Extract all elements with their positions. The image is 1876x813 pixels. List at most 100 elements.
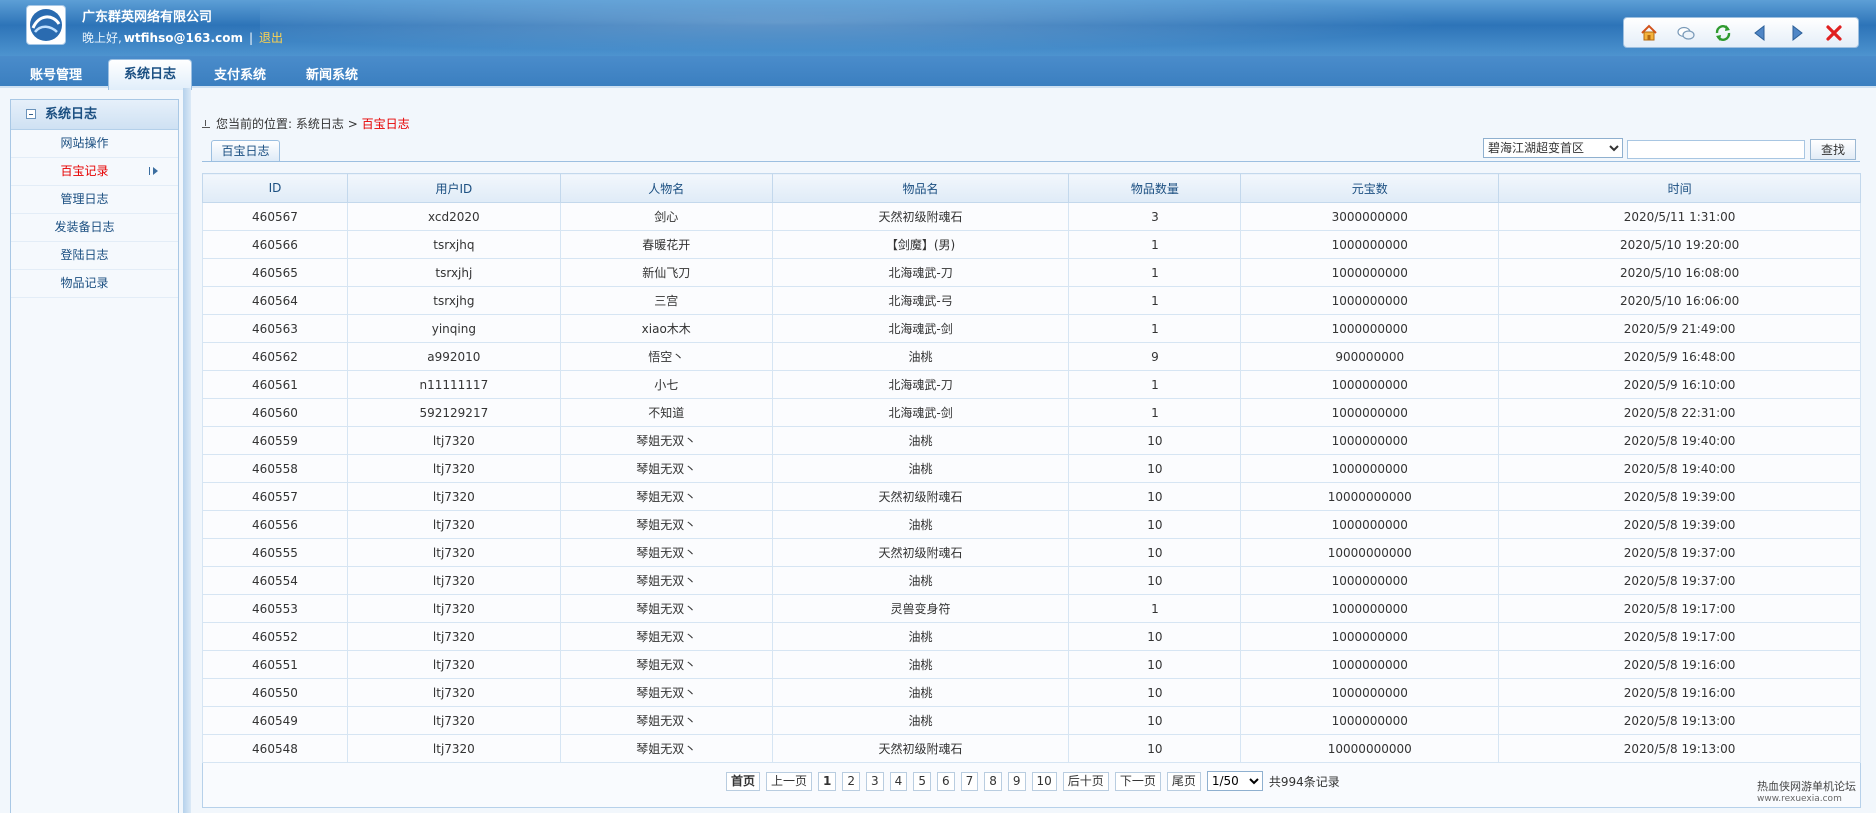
cell-character: 琴姐无双丶	[559, 594, 773, 623]
page-10[interactable]: 10	[1031, 771, 1057, 791]
collapse-icon[interactable]	[26, 109, 36, 119]
cell-id: 460561	[202, 370, 348, 399]
cell-character: 新仙飞刀	[559, 258, 773, 287]
column-header-time[interactable]: 时间	[1498, 173, 1861, 203]
forward-button[interactable]	[1784, 21, 1810, 45]
cell-quantity: 10	[1068, 678, 1242, 707]
cell-user-id: tsrxjhq	[346, 230, 561, 259]
breadcrumb-prefix: 您当前的位置:	[216, 117, 293, 131]
page-9[interactable]: 9	[1007, 771, 1026, 791]
server-select[interactable]: 碧海江湖超变首区	[1483, 138, 1623, 158]
cell-quantity: 10	[1068, 566, 1242, 595]
table-row[interactable]: 460558 ltj7320 琴姐无双丶 油桃 10 1000000000 2020/5/8…	[202, 454, 1861, 483]
close-button[interactable]	[1821, 21, 1847, 45]
sidebar-item-label: 百宝记录	[60, 164, 109, 178]
cell-id: 460560	[202, 398, 348, 427]
sidebar-item-item-log[interactable]: 物品记录	[11, 270, 178, 298]
table-row[interactable]: 460565 tsrxjhj 新仙飞刀 北海魂武-刀 1 1000000000 2020/5…	[202, 258, 1861, 287]
page-1[interactable]: 1	[818, 771, 837, 791]
page-5[interactable]: 5	[913, 771, 931, 791]
next-ten-button[interactable]: 后十页	[1062, 771, 1109, 791]
app-header: 广东群英网络有限公司 晚上好, wtfihso@163.com | 退出	[0, 0, 1876, 56]
page-8[interactable]: 8	[984, 771, 1002, 791]
column-header-ingots[interactable]: 元宝数	[1240, 173, 1500, 203]
table-row[interactable]: 460564 tsrxjhg 三宫 北海魂武-弓 1 1000000000 2020/5/1…	[202, 286, 1861, 315]
back-button[interactable]	[1747, 21, 1773, 45]
tab-news[interactable]: 新闻系统	[294, 63, 370, 88]
sidebar-item-equip-log[interactable]: 发装备日志	[11, 214, 178, 242]
table-row[interactable]: 460550 ltj7320 琴姐无双丶 油桃 10 1000000000 2020/5/8…	[202, 678, 1861, 707]
subtab-treasure-log[interactable]: 百宝日志	[211, 140, 280, 162]
table-row[interactable]: 460555 ltj7320 琴姐无双丶 天然初级附魂石 10 10000000000 20…	[202, 538, 1861, 567]
column-header-character[interactable]: 人物名	[559, 173, 773, 203]
cell-item: 油桃	[771, 706, 1070, 735]
breadcrumb-path[interactable]: 系统日志	[296, 117, 344, 131]
first-page-button[interactable]: 首页	[726, 771, 761, 791]
cell-user-id: ltj7320	[346, 622, 561, 651]
sidebar-item-login-log[interactable]: 登陆日志	[11, 242, 178, 270]
column-header-user-id[interactable]: 用户ID	[346, 173, 561, 203]
table-row[interactable]: 460561 n11111117 小七 北海魂武-刀 1 1000000000 2020/5…	[202, 370, 1861, 399]
cell-user-id: ltj7320	[346, 594, 561, 623]
page-2[interactable]: 2	[842, 771, 861, 791]
table-row[interactable]: 460557 ltj7320 琴姐无双丶 天然初级附魂石 10 10000000000 20…	[202, 482, 1861, 511]
page-3[interactable]: 3	[866, 771, 884, 791]
cell-time: 2020/5/8 22:31:00	[1498, 398, 1861, 427]
refresh-button[interactable]	[1710, 21, 1736, 45]
cell-character: 小七	[559, 370, 773, 399]
sidebar-item-treasure-log[interactable]: 百宝记录	[11, 158, 178, 186]
next-page-button[interactable]: 下一页	[1114, 771, 1161, 791]
table-row[interactable]: 460551 ltj7320 琴姐无双丶 油桃 10 1000000000 2020/5/8…	[202, 650, 1861, 679]
table-row[interactable]: 460554 ltj7320 琴姐无双丶 油桃 10 1000000000 2020/5/8…	[202, 566, 1861, 595]
prev-page-button[interactable]: 上一页	[766, 771, 813, 791]
chat-button[interactable]	[1673, 21, 1699, 45]
home-button[interactable]	[1636, 21, 1662, 45]
cell-character: 三宫	[559, 286, 773, 315]
cell-quantity: 3	[1068, 202, 1242, 231]
column-header-quantity[interactable]: 物品数量	[1068, 173, 1242, 203]
table-row[interactable]: 460562 a992010 悟空丶 油桃 9 900000000 2020/5/9 16:…	[202, 342, 1861, 371]
table-row[interactable]: 460567 xcd2020 剑心 天然初级附魂石 3 3000000000 2020/5/…	[202, 202, 1861, 231]
table-row[interactable]: 460553 ltj7320 琴姐无双丶 灵兽变身符 1 1000000000 2020/5…	[202, 594, 1861, 623]
sidebar-item-admin-log[interactable]: 管理日志	[11, 186, 178, 214]
cell-ingots: 1000000000	[1240, 622, 1500, 651]
cell-quantity: 1	[1068, 398, 1242, 427]
cell-character: 琴姐无双丶	[559, 510, 773, 539]
tab-payment[interactable]: 支付系统	[202, 63, 278, 88]
cell-user-id: ltj7320	[346, 426, 561, 455]
cell-time: 2020/5/8 19:16:00	[1498, 650, 1861, 679]
cell-character: 琴姐无双丶	[559, 734, 773, 763]
cell-time: 2020/5/8 19:40:00	[1498, 454, 1861, 483]
search-button[interactable]: 查找	[1810, 139, 1856, 160]
pane-divider[interactable]	[183, 88, 191, 813]
table-row[interactable]: 460548 ltj7320 琴姐无双丶 天然初级附魂石 10 10000000000 20…	[202, 734, 1861, 763]
last-page-button[interactable]: 尾页	[1166, 771, 1201, 791]
cell-quantity: 1	[1068, 230, 1242, 259]
page-7[interactable]: 7	[960, 771, 979, 791]
cell-time: 2020/5/8 19:40:00	[1498, 426, 1861, 455]
sidebar-header[interactable]: 系统日志	[11, 100, 178, 130]
cell-ingots: 1000000000	[1240, 286, 1500, 315]
page-6[interactable]: 6	[936, 771, 955, 791]
cell-user-id: ltj7320	[346, 734, 561, 763]
table-row[interactable]: 460566 tsrxjhq 春暖花开 【剑魔】(男) 1 1000000000 2020/…	[202, 230, 1861, 259]
tab-account[interactable]: 账号管理	[18, 63, 94, 88]
tab-system-log[interactable]: 系统日志	[108, 59, 192, 90]
page-select[interactable]: 1/50	[1206, 771, 1263, 791]
table-row[interactable]: 460560 592129217 不知道 北海魂武-剑 1 1000000000 2020/…	[202, 398, 1861, 427]
table-row[interactable]: 460559 ltj7320 琴姐无双丶 油桃 10 1000000000 2020/5/8…	[202, 426, 1861, 455]
logout-link[interactable]: 退出	[259, 31, 283, 45]
column-header-item[interactable]: 物品名	[771, 173, 1070, 203]
sidebar-item-site-ops[interactable]: 网站操作	[11, 130, 178, 158]
search-input[interactable]	[1627, 140, 1805, 159]
table-row[interactable]: 460552 ltj7320 琴姐无双丶 油桃 10 1000000000 2020/5/8…	[202, 622, 1861, 651]
cell-user-id: tsrxjhg	[346, 286, 561, 315]
user-greeting: 晚上好, wtfihso@163.com | 退出	[82, 29, 283, 46]
table-row[interactable]: 460563 yinqing xiao木木 北海魂武-剑 1 1000000000 2020…	[202, 314, 1861, 343]
table-row[interactable]: 460556 ltj7320 琴姐无双丶 油桃 10 1000000000 2020/5/8…	[202, 510, 1861, 539]
page-4[interactable]: 4	[889, 771, 908, 791]
breadcrumb: 您当前的位置: 系统日志 > 百宝日志	[202, 115, 410, 132]
table-row[interactable]: 460549 ltj7320 琴姐无双丶 油桃 10 1000000000 2020/5/8…	[202, 706, 1861, 735]
column-header-id[interactable]: ID	[202, 173, 348, 203]
cell-character: 剑心	[559, 202, 773, 231]
